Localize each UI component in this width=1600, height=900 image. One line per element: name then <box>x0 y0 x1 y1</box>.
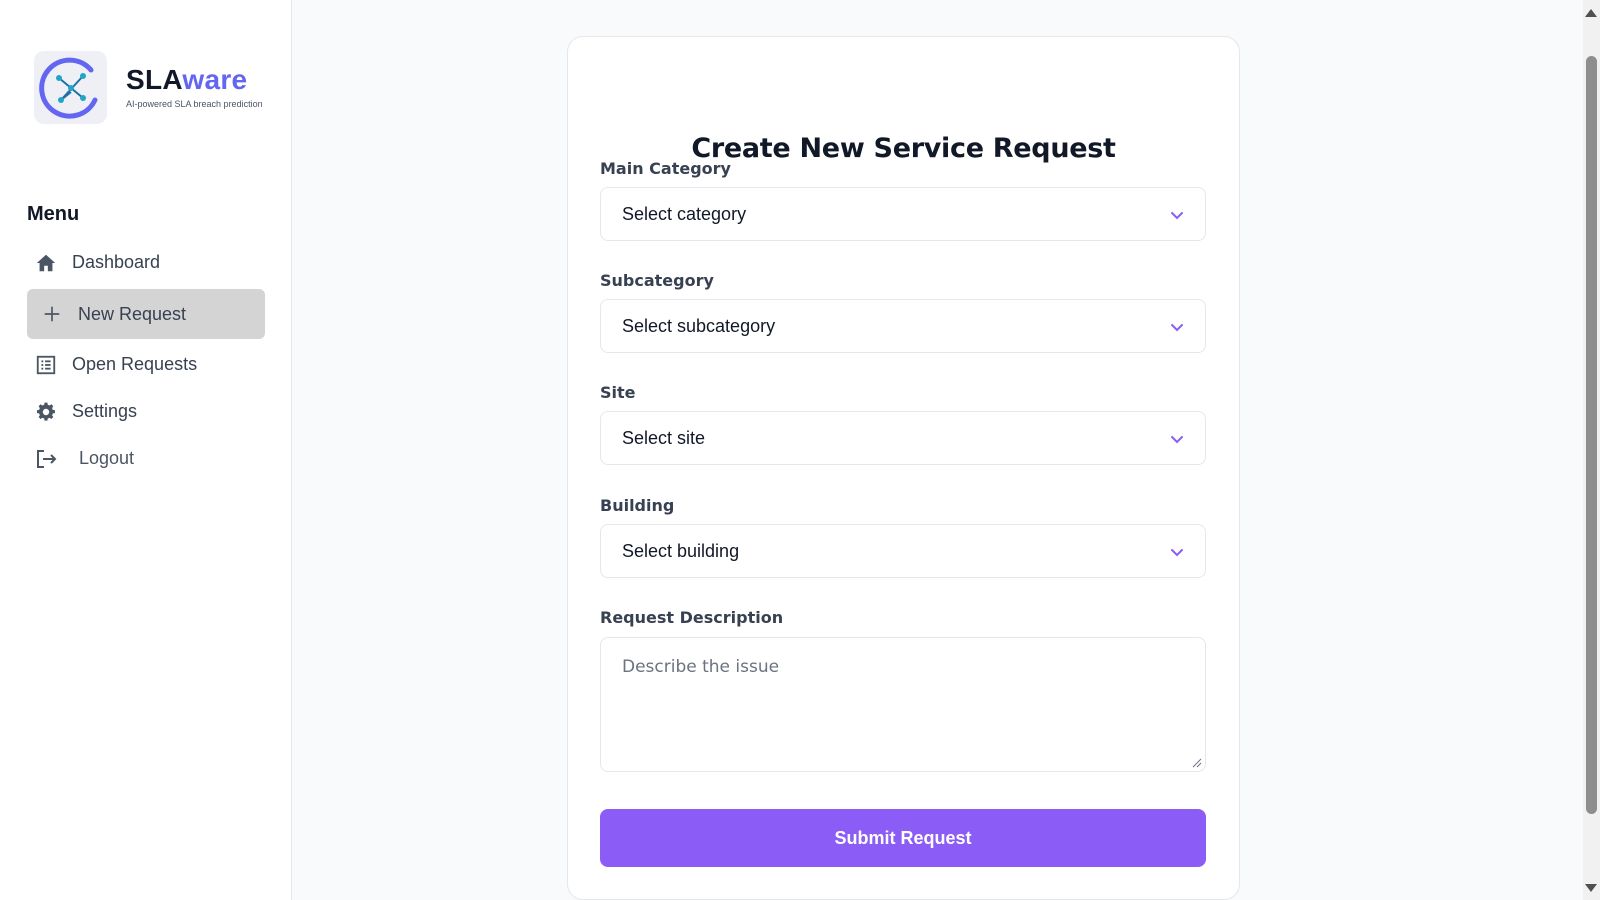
brand-name-part1: SLA <box>126 64 183 95</box>
site-select[interactable]: Select site <box>600 411 1206 465</box>
brand-logo[interactable]: SLAware AI-powered SLA breach prediction <box>34 51 263 124</box>
description-placeholder: Describe the issue <box>622 657 780 677</box>
subcategory-select[interactable]: Select subcategory <box>600 299 1206 353</box>
description-textarea[interactable]: Describe the issue <box>600 637 1206 772</box>
sidebar-item-logout[interactable]: Logout <box>27 435 265 482</box>
brand-tagline: AI-powered SLA breach prediction <box>126 99 263 109</box>
logo-icon <box>34 51 107 124</box>
sidebar-item-settings[interactable]: Settings <box>27 388 265 435</box>
building-label: Building <box>600 496 675 515</box>
sidebar-item-label: Settings <box>72 401 138 421</box>
list-icon <box>34 353 58 377</box>
chevron-down-icon <box>1171 436 1183 444</box>
description-label: Request Description <box>600 608 784 627</box>
site-label: Site <box>600 383 636 402</box>
chevron-down-icon <box>1171 212 1183 220</box>
brand-name: SLAware <box>126 66 263 94</box>
sidebar-item-label: Dashboard <box>72 252 161 272</box>
chevron-down-icon <box>1171 549 1183 557</box>
main-category-select[interactable]: Select category <box>600 187 1206 241</box>
logout-icon <box>34 447 58 471</box>
sidebar-menu: Dashboard New Request Open Requests Sett… <box>27 239 265 482</box>
brand-text: SLAware AI-powered SLA breach prediction <box>126 66 263 110</box>
sidebar-item-dashboard[interactable]: Dashboard <box>27 239 265 286</box>
menu-title: Menu <box>27 203 80 225</box>
sidebar-item-label: Logout <box>79 448 135 468</box>
home-icon <box>34 251 58 275</box>
sidebar-item-label: Open Requests <box>72 354 198 374</box>
main-category-label: Main Category <box>600 159 731 178</box>
scroll-down-arrow-icon[interactable] <box>1585 884 1597 892</box>
plus-icon <box>40 302 64 326</box>
subcategory-value: Select subcategory <box>622 315 776 336</box>
brand-name-part2: ware <box>182 64 248 95</box>
scrollbar[interactable] <box>1583 0 1600 900</box>
resize-handle-icon[interactable] <box>1192 758 1202 768</box>
submit-request-button[interactable]: Submit Request <box>600 809 1206 867</box>
building-value: Select building <box>622 540 740 561</box>
scroll-up-arrow-icon[interactable] <box>1585 9 1597 17</box>
chevron-down-icon <box>1171 324 1183 332</box>
subcategory-label: Subcategory <box>600 271 714 290</box>
building-select[interactable]: Select building <box>600 524 1206 578</box>
sidebar-item-label: New Request <box>78 303 187 324</box>
sidebar: SLAware AI-powered SLA breach prediction… <box>0 0 292 900</box>
gear-icon <box>34 400 58 424</box>
main-category-value: Select category <box>622 203 747 224</box>
scrollbar-thumb[interactable] <box>1586 56 1597 814</box>
sidebar-item-new-request[interactable]: New Request <box>27 289 265 339</box>
sidebar-item-open-requests[interactable]: Open Requests <box>27 341 265 388</box>
site-value: Select site <box>622 427 706 448</box>
